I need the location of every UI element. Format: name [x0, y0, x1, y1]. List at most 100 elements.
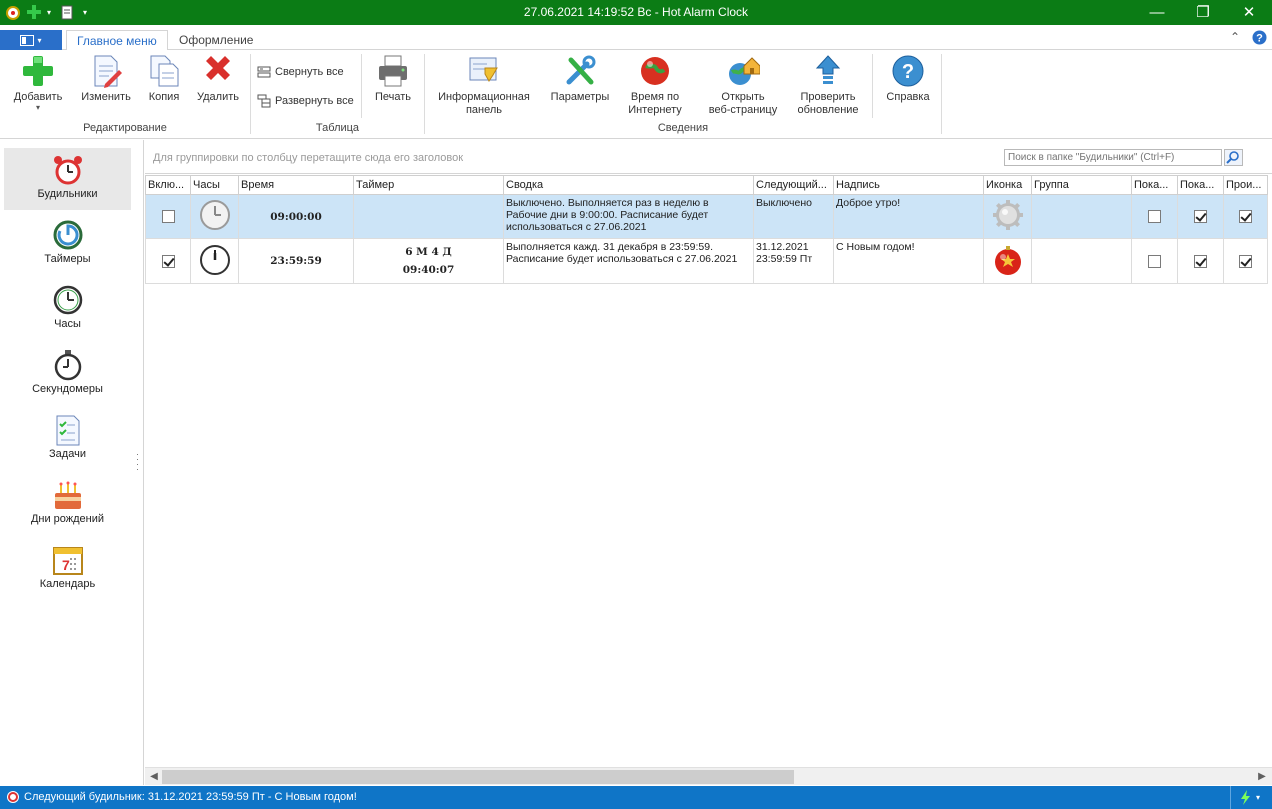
show2-checkbox[interactable]: [1194, 210, 1207, 223]
check-update-button[interactable]: Проверить обновление: [790, 54, 866, 117]
show2-checkbox[interactable]: [1194, 254, 1207, 268]
scrollbar-thumb[interactable]: [162, 770, 794, 784]
title-bar: 27.06.2021 14:19:52 Вс - Hot Alarm Clock…: [0, 0, 1272, 25]
status-separator: [1230, 786, 1231, 809]
clock-face-icon: [199, 244, 230, 275]
column-header[interactable]: Время: [238, 175, 354, 195]
lightning-icon[interactable]: [1240, 790, 1252, 805]
nav-item-calendar[interactable]: 7 Календарь: [4, 538, 131, 600]
globe-house-icon: [729, 57, 760, 85]
search-input[interactable]: [1004, 149, 1222, 166]
alarms-grid-area: Для группировки по столбцу перетащите сю…: [145, 140, 1272, 785]
table-row[interactable]: 23:59:59 6 М 4 Д 09:40:07 Выполняется каж…: [145, 238, 1268, 284]
add-dropdown-icon[interactable]: ▾: [8, 104, 68, 112]
column-header[interactable]: Часы: [190, 175, 239, 195]
help-question-icon: ?: [892, 55, 924, 87]
help-small-icon[interactable]: ?: [1252, 30, 1267, 48]
group-cell: [1031, 238, 1132, 284]
nav-item-birthdays[interactable]: Дни рождений: [4, 473, 131, 535]
group-label-editing: Редактирование: [83, 122, 167, 134]
maximize-button[interactable]: ❐: [1180, 0, 1226, 25]
copy-button[interactable]: Копия: [140, 54, 188, 104]
gear-badge-icon: [992, 200, 1023, 230]
play-cell[interactable]: [1223, 238, 1268, 284]
tab-main-menu[interactable]: Главное меню: [66, 30, 168, 51]
enabled-checkbox[interactable]: [161, 210, 175, 223]
plus-icon: [23, 56, 53, 86]
globe-clock-icon: [641, 57, 669, 85]
delete-button[interactable]: Удалить: [192, 54, 244, 104]
show2-cell[interactable]: [1177, 238, 1224, 284]
show1-checkbox[interactable]: [1148, 210, 1161, 223]
group-label-info: Сведения: [657, 122, 709, 134]
copy-icon: [150, 55, 179, 87]
app-window: 27.06.2021 14:19:52 Вс - Hot Alarm Clock…: [0, 0, 1272, 809]
enabled-cell[interactable]: [145, 238, 191, 284]
tasks-icon: [56, 415, 79, 446]
column-header[interactable]: Надпись: [833, 175, 984, 195]
column-header[interactable]: Вклю...: [145, 175, 191, 195]
scroll-left-arrow-icon[interactable]: ◀: [146, 769, 162, 785]
search-button[interactable]: [1224, 149, 1243, 166]
app-menu-button[interactable]: ▾: [0, 30, 62, 50]
show2-cell[interactable]: [1177, 194, 1224, 239]
column-header[interactable]: Группа: [1031, 175, 1132, 195]
nav-item-tasks[interactable]: Задачи: [4, 408, 131, 470]
quick-add-dropdown-icon[interactable]: ▾: [44, 3, 54, 21]
status-dropdown-icon[interactable]: ▾: [1256, 786, 1260, 809]
summary-cell: Выключено. Выполняется раз в неделю в Раб…: [503, 194, 754, 239]
info-panel-button[interactable]: Информационная панель: [430, 54, 538, 117]
app-logo-icon[interactable]: [4, 3, 22, 21]
enabled-cell[interactable]: [145, 194, 191, 239]
column-header[interactable]: Пока...: [1131, 175, 1178, 195]
group-label-table: Таблица: [315, 122, 360, 134]
play-checkbox[interactable]: [1239, 254, 1252, 268]
show1-cell[interactable]: [1131, 238, 1178, 284]
nav-item-clocks[interactable]: Часы: [4, 278, 131, 340]
internet-time-button[interactable]: Время по Интернету: [622, 54, 688, 117]
add-button[interactable]: Добавить ▾: [8, 54, 68, 112]
nav-splitter-grip[interactable]: · · · ·: [136, 450, 139, 474]
minimize-button[interactable]: —: [1134, 0, 1180, 25]
birthday-cake-icon: [54, 481, 81, 509]
help-button[interactable]: ? Справка: [880, 54, 936, 104]
play-cell[interactable]: [1223, 194, 1268, 239]
print-button[interactable]: Печать: [368, 54, 418, 104]
collapse-ribbon-icon[interactable]: ⌃: [1230, 30, 1240, 44]
horizontal-scrollbar[interactable]: ◀ ▶: [145, 767, 1272, 785]
nav-item-stopwatches[interactable]: Секундомеры: [4, 343, 131, 405]
column-header[interactable]: Сводка: [503, 175, 754, 195]
tab-design[interactable]: Оформление: [169, 30, 263, 51]
expand-all-button[interactable]: Развернуть все: [257, 92, 354, 110]
scroll-right-arrow-icon[interactable]: ▶: [1254, 769, 1270, 785]
tools-icon: [566, 55, 596, 85]
column-header[interactable]: Прои...: [1223, 175, 1268, 195]
window-title: 27.06.2021 14:19:52 Вс - Hot Alarm Clock: [523, 5, 749, 19]
caption-cell: Доброе утро!: [833, 194, 984, 239]
column-header[interactable]: Пока...: [1177, 175, 1224, 195]
play-checkbox[interactable]: [1239, 210, 1252, 223]
show1-cell[interactable]: [1131, 194, 1178, 239]
quick-add-icon[interactable]: [26, 3, 42, 21]
enabled-checkbox[interactable]: [161, 254, 175, 268]
nav-item-alarms[interactable]: Будильники: [4, 148, 131, 210]
open-webpage-button[interactable]: Открыть веб-страницу: [702, 54, 784, 117]
timer-cell: [353, 194, 504, 239]
column-header[interactable]: Иконка: [983, 175, 1032, 195]
clock-icon: [53, 285, 82, 315]
caption-cell: С Новым годом!: [833, 238, 984, 284]
column-header[interactable]: Таймер: [353, 175, 504, 195]
timer-cell: 6 М 4 Д 09:40:07: [353, 238, 504, 284]
quick-edit-icon[interactable]: [60, 3, 76, 21]
quick-access-dropdown-icon[interactable]: ▾: [80, 3, 90, 21]
edit-button[interactable]: Изменить: [76, 54, 136, 104]
parameters-button[interactable]: Параметры: [546, 54, 614, 104]
group-by-panel[interactable]: Для группировки по столбцу перетащите сю…: [145, 140, 1272, 174]
table-row[interactable]: 09:00:00 Выключено. Выполняется раз в не…: [145, 194, 1268, 239]
next-cell: Выключено: [753, 194, 834, 239]
show1-checkbox[interactable]: [1148, 254, 1161, 268]
collapse-all-button[interactable]: Свернуть все: [257, 63, 344, 81]
nav-item-timers[interactable]: Таймеры: [4, 213, 131, 275]
close-button[interactable]: ✕: [1226, 0, 1272, 25]
column-header[interactable]: Следующий...: [753, 175, 834, 195]
